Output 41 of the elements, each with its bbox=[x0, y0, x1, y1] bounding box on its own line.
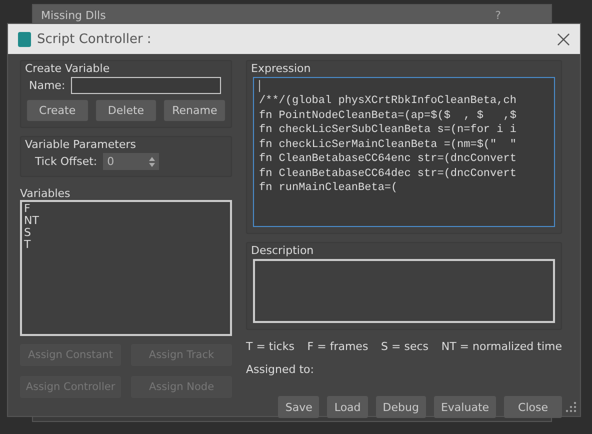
assigned-to-label: Assigned to: bbox=[246, 363, 315, 376]
tick-offset-spinner[interactable]: 0 bbox=[103, 153, 160, 170]
help-button[interactable]: ? bbox=[495, 8, 501, 22]
code-line: fn checkLicSerSubCleanBeta s=(n=for i i bbox=[259, 123, 518, 138]
name-field[interactable] bbox=[71, 77, 222, 94]
resize-grip-icon[interactable] bbox=[566, 402, 576, 412]
code-line: /**/(global physXCrtRbkInfoCleanBeta,ch bbox=[259, 94, 518, 108]
action-button[interactable]: Create bbox=[27, 100, 88, 121]
code-line: fn runMainCleanBeta=( bbox=[259, 181, 399, 196]
footer-button[interactable]: Save bbox=[278, 396, 320, 418]
app-icon bbox=[18, 32, 31, 46]
window-title: Script Controller : bbox=[37, 32, 152, 46]
action-button[interactable]: Delete bbox=[96, 100, 156, 121]
tick-offset-label: Tick Offset: bbox=[34, 155, 98, 168]
description-field[interactable] bbox=[253, 259, 555, 323]
footer-button[interactable]: Debug bbox=[376, 396, 426, 418]
name-label: Name: bbox=[28, 79, 66, 92]
legend-text: T = ticks bbox=[246, 340, 294, 353]
code-line: fn CleanBetabaseCC64enc str=(dncConvert bbox=[259, 152, 518, 166]
window-title: Missing Dlls bbox=[41, 8, 106, 22]
footer-button[interactable]: Evaluate bbox=[434, 396, 496, 418]
group-title: Description bbox=[251, 244, 314, 257]
legend-text: S = secs bbox=[381, 340, 429, 353]
code-editor[interactable] bbox=[253, 77, 555, 227]
list-item[interactable]: NT bbox=[24, 215, 39, 227]
footer-button[interactable]: Load bbox=[327, 396, 368, 418]
code-line: fn CleanBetabaseCC64dec str=(dncConvert bbox=[259, 166, 518, 181]
list-item[interactable]: F bbox=[24, 203, 30, 215]
legend-text: NT = normalized time bbox=[441, 340, 562, 353]
footer-button[interactable]: Close bbox=[504, 396, 562, 418]
action-button[interactable]: Rename bbox=[164, 100, 226, 121]
code-line: fn checkLicSerMainCleanBeta =(nm=$(" " bbox=[259, 138, 518, 152]
list-item[interactable]: T bbox=[24, 239, 31, 251]
close-icon[interactable] bbox=[557, 32, 570, 46]
group-title: Variable Parameters bbox=[25, 138, 136, 151]
group-title: Create Variable bbox=[25, 62, 110, 75]
legend-text: F = frames bbox=[307, 340, 368, 353]
group-title: Expression bbox=[251, 62, 311, 75]
variables-label: Variables bbox=[20, 187, 72, 200]
code-line: fn PointNodeCleanBeta=(ap=$($ , $ ,$ bbox=[259, 108, 518, 123]
list-item[interactable]: S bbox=[24, 227, 31, 239]
